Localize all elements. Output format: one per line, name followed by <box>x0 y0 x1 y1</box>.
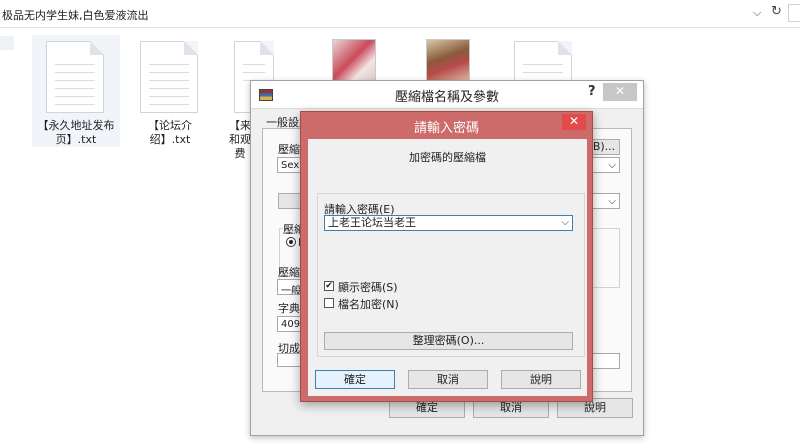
address-bar[interactable]: 极品无内学生妹,白色爱液流出 ⌵ ↻ <box>0 0 800 28</box>
file-item[interactable]: 【永久地址发布页】.txt <box>32 35 120 147</box>
chevron-down-icon[interactable]: ⌵ <box>753 6 761 20</box>
text-file-icon <box>46 41 104 113</box>
organize-passwords-button[interactable]: 整理密碼(O)... <box>324 332 573 350</box>
image-thumbnail <box>332 39 376 85</box>
chevron-down-icon[interactable]: ⌵ <box>561 216 569 230</box>
dialog-titlebar[interactable]: 壓縮檔名稱及參數 ? ✕ <box>251 81 643 109</box>
file-item[interactable] <box>314 35 402 85</box>
show-password-label: 顯示密碼(S) <box>338 281 398 294</box>
chevron-down-icon[interactable]: ⌵ <box>592 157 620 173</box>
file-item[interactable]: 【来和观费 <box>218 35 274 160</box>
text-file-icon <box>140 41 198 113</box>
dialog-title: 請輸入密碼 <box>413 121 479 136</box>
chevron-down-icon[interactable]: ⌵ <box>592 193 620 209</box>
format-radio[interactable] <box>286 237 296 247</box>
password-value: 上老王论坛当老王 <box>328 216 416 229</box>
file-name: 【论坛介绍】.txt <box>148 119 192 146</box>
help-icon[interactable]: ? <box>588 84 596 99</box>
encrypt-names-label: 檔名加密(N) <box>338 298 399 311</box>
show-password-checkbox[interactable]: ✔ <box>324 281 334 291</box>
close-button[interactable]: ✕ <box>603 83 637 101</box>
address-path[interactable]: 极品无内学生妹,白色爱液流出 <box>2 7 149 23</box>
password-dialog-body: 加密碼的壓縮檔 請輸入密碼(E) 上老王论坛当老王 ⌵ ✔ 顯示密碼(S) 檔名… <box>308 139 587 396</box>
file-item[interactable]: 【论坛介绍】.txt <box>126 35 214 147</box>
file-item[interactable] <box>408 35 496 85</box>
password-input[interactable]: 上老王论坛当老王 ⌵ <box>324 215 573 231</box>
file-name: 【永久地址发布页】.txt <box>37 119 115 146</box>
file-name: 【来和观费 <box>229 119 251 160</box>
password-help-button[interactable]: 說明 <box>501 370 581 389</box>
password-dialog: 請輸入密碼 ✕ 加密碼的壓縮檔 請輸入密碼(E) 上老王论坛当老王 ⌵ ✔ 顯示… <box>300 111 593 402</box>
close-button[interactable]: ✕ <box>562 114 586 130</box>
dialog-subtitle: 加密碼的壓縮檔 <box>409 151 486 164</box>
password-cancel-button[interactable]: 取消 <box>408 370 488 389</box>
profiles-button[interactable] <box>278 193 302 209</box>
file-item[interactable] <box>500 35 588 113</box>
encrypt-names-checkbox[interactable] <box>324 298 334 308</box>
image-thumbnail <box>426 39 470 85</box>
password-ok-button[interactable]: 確定 <box>315 370 395 389</box>
search-box[interactable] <box>788 4 800 22</box>
nav-pane-edge <box>0 36 14 50</box>
refresh-icon[interactable]: ↻ <box>771 4 782 19</box>
update-mode-select[interactable] <box>592 353 620 369</box>
dialog-title: 壓縮檔名稱及參數 <box>394 90 499 105</box>
